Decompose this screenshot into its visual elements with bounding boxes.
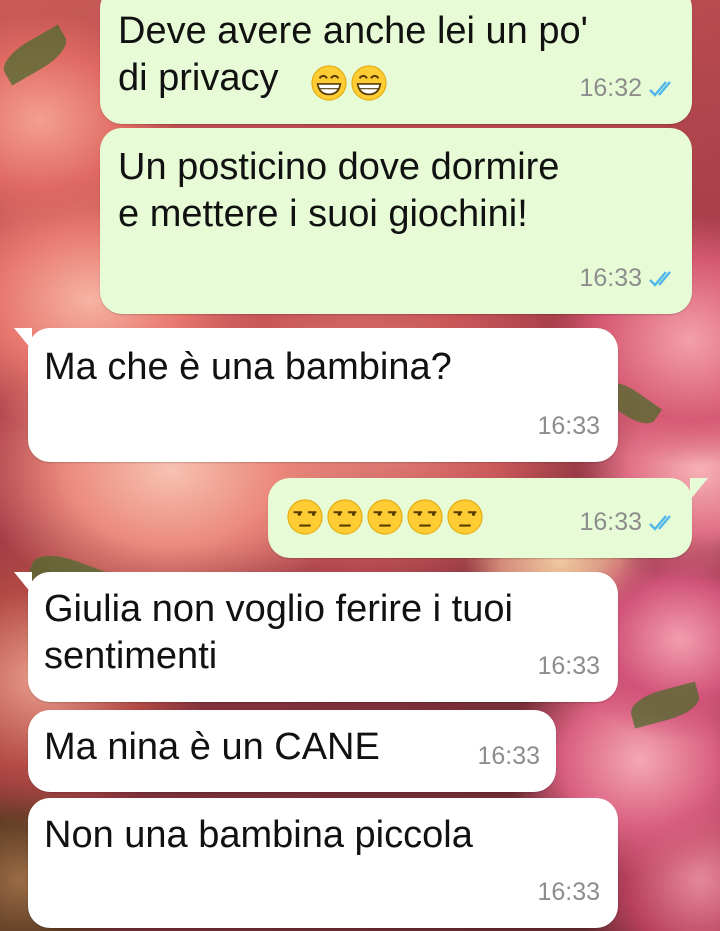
message-text: Ma che è una bambina? <box>44 346 452 388</box>
message-text: Ma nina è un CANE <box>44 726 380 768</box>
message-meta: 16:33 <box>477 733 540 780</box>
message-text: Un posticino dove dormire e mettere i su… <box>118 146 560 235</box>
unamused-face-icon <box>367 499 403 535</box>
message-meta: 16:33 <box>579 499 678 546</box>
message-meta: 16:33 <box>537 403 600 450</box>
read-receipt-icon <box>649 270 671 287</box>
message-time: 16:33 <box>477 742 540 770</box>
message-bubble-outgoing[interactable]: Un posticino dove dormire e mettere i su… <box>100 128 692 314</box>
message-time: 16:33 <box>579 264 642 292</box>
message-emoji-group <box>310 64 388 102</box>
read-receipt-icon <box>649 514 671 531</box>
message-meta: 16:32 <box>579 65 678 112</box>
message-text: Giulia non voglio ferire i tuoi sentimen… <box>44 588 513 677</box>
message-time: 16:33 <box>537 652 600 680</box>
message-bubble-incoming[interactable]: Ma che è una bambina? 16:33 <box>14 328 618 462</box>
message-bubble-incoming[interactable]: Ma nina è un CANE 16:33 <box>28 710 556 792</box>
message-time: 16:33 <box>537 412 600 440</box>
unamused-face-icon <box>327 499 363 535</box>
message-meta: 16:33 <box>579 255 678 302</box>
message-time: 16:33 <box>537 878 600 906</box>
unamused-face-icon <box>287 499 323 535</box>
unamused-face-icon <box>447 499 483 535</box>
message-text: Non una bambina piccola <box>44 814 473 856</box>
grinning-face-icon <box>351 65 387 101</box>
message-bubble-outgoing[interactable]: Deve avere anche lei un po' di privacy 1… <box>100 0 692 124</box>
message-emoji-group <box>286 498 484 536</box>
message-bubble-incoming[interactable]: Giulia non voglio ferire i tuoi sentimen… <box>14 572 618 702</box>
message-meta: 16:33 <box>537 869 600 916</box>
grinning-face-icon <box>311 65 347 101</box>
message-bubble-outgoing[interactable]: 16:33 <box>268 478 708 558</box>
message-time: 16:32 <box>579 74 642 102</box>
message-bubble-incoming[interactable]: Non una bambina piccola 16:33 <box>28 798 618 928</box>
message-meta: 16:33 <box>537 643 600 690</box>
message-time: 16:33 <box>579 508 642 536</box>
unamused-face-icon <box>407 499 443 535</box>
read-receipt-icon <box>649 80 671 97</box>
